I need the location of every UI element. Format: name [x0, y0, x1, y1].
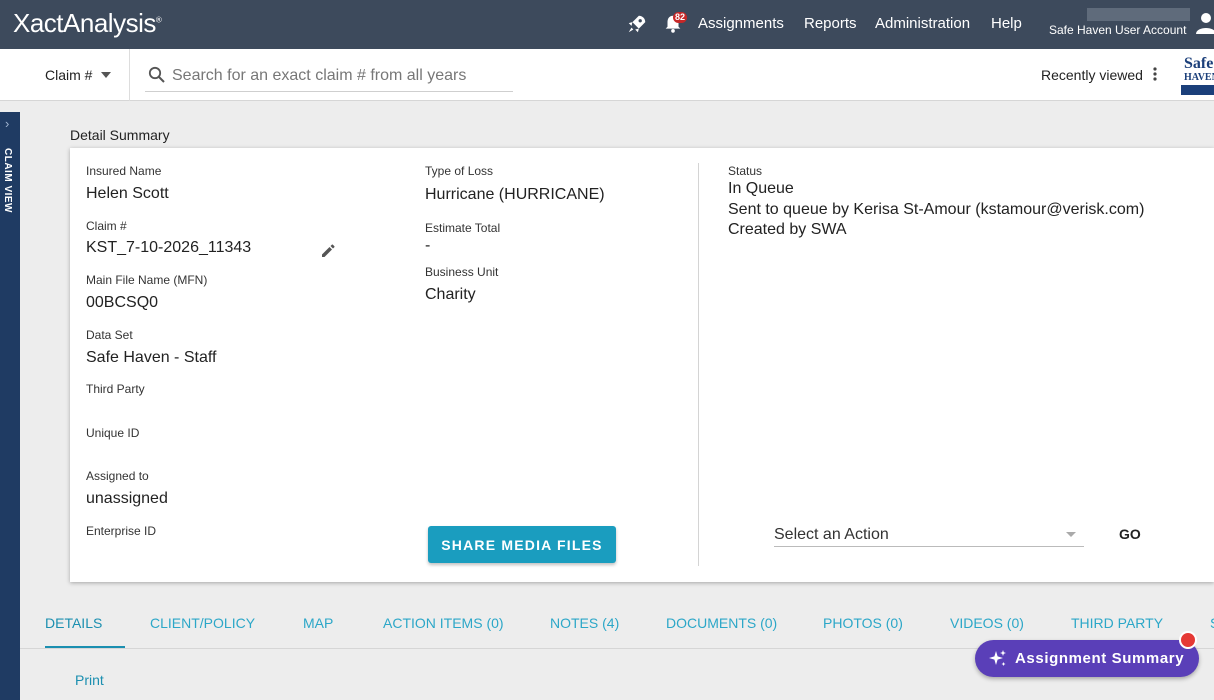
search-scope-select[interactable]: Claim #: [45, 67, 92, 83]
tab-client-policy[interactable]: CLIENT/POLICY: [150, 615, 255, 631]
nav-administration-link[interactable]: Administration: [875, 15, 970, 32]
data-set-label: Data Set: [86, 328, 133, 342]
caret-down-icon: [1066, 532, 1076, 537]
tab-overflow[interactable]: S: [1210, 615, 1214, 631]
status-sent-by: Sent to queue by Kerisa St-Amour (kstamo…: [728, 201, 1145, 218]
tab-action-items[interactable]: ACTION ITEMS (0): [383, 615, 504, 631]
action-select[interactable]: Select an Action: [774, 524, 1084, 547]
person-icon[interactable]: [1196, 12, 1214, 34]
tab-third-party[interactable]: THIRD PARTY: [1071, 615, 1163, 631]
print-link[interactable]: Print: [75, 672, 104, 688]
rocket-icon[interactable]: [626, 13, 648, 35]
tab-photos[interactable]: PHOTOS (0): [823, 615, 903, 631]
enterprise-id-label: Enterprise ID: [86, 524, 157, 538]
third-party-label: Third Party: [86, 382, 145, 396]
column-divider: [698, 163, 699, 566]
insured-name-label: Insured Name: [86, 164, 162, 178]
business-unit-label: Business Unit: [425, 265, 499, 279]
assigned-to-value: unassigned: [86, 490, 168, 507]
nav-assignments-link[interactable]: Assignments: [698, 15, 784, 32]
type-of-loss-label: Type of Loss: [425, 164, 494, 178]
caret-down-icon[interactable]: [101, 72, 111, 78]
section-title: Detail Summary: [70, 127, 170, 143]
claim-number-label: Claim #: [86, 219, 127, 233]
safe-haven-logo: Safe HAVEN: [1181, 53, 1214, 97]
sparkle-icon: [989, 650, 1006, 666]
status-created-by: Created by SWA: [728, 221, 847, 238]
claim-view-side-rail[interactable]: › CLAIM VIEW: [0, 112, 20, 700]
status-value: In Queue: [728, 180, 794, 197]
tab-map[interactable]: MAP: [303, 615, 333, 631]
divider: [129, 49, 130, 101]
tab-notes[interactable]: NOTES (4): [550, 615, 619, 631]
claim-search-input[interactable]: [145, 60, 513, 92]
action-select-value: Select an Action: [774, 526, 889, 543]
status-label: Status: [728, 164, 763, 178]
insured-name-value: Helen Scott: [86, 185, 169, 202]
mfn-label: Main File Name (MFN): [86, 273, 208, 287]
claim-number-value: KST_7-10-2026_11343: [86, 239, 252, 256]
assignment-summary-label: Assignment Summary: [1015, 650, 1185, 667]
estimate-total-value: -: [425, 237, 431, 254]
account-label[interactable]: Safe Haven User Account: [1049, 23, 1186, 37]
notification-dot: [1179, 631, 1197, 649]
more-vertical-icon[interactable]: [1152, 66, 1158, 82]
go-button[interactable]: GO: [1119, 526, 1141, 542]
unique-id-label: Unique ID: [86, 426, 140, 440]
share-media-files-button[interactable]: SHARE MEDIA FILES: [428, 526, 616, 563]
nav-help-link[interactable]: Help: [991, 15, 1022, 32]
mfn-value: 00BCSQ0: [86, 294, 159, 311]
notification-count-badge: 82: [673, 12, 688, 23]
business-unit-value: Charity: [425, 286, 476, 303]
search-toolbar: Claim # Recently viewed: [0, 49, 1214, 101]
tab-details[interactable]: DETAILS: [45, 615, 102, 631]
tab-documents[interactable]: DOCUMENTS (0): [666, 615, 777, 631]
claim-view-label: CLAIM VIEW: [2, 148, 13, 213]
account-name-redacted: [1087, 8, 1190, 21]
app-logo[interactable]: XactAnalysis®: [13, 8, 162, 39]
estimate-total-label: Estimate Total: [425, 221, 501, 235]
top-navigation-bar: XactAnalysis® 82 Assignments Reports Adm…: [0, 0, 1214, 49]
tab-videos[interactable]: VIDEOS (0): [950, 615, 1024, 631]
recently-viewed-link[interactable]: Recently viewed: [1041, 67, 1143, 83]
assigned-to-label: Assigned to: [86, 469, 149, 483]
chevron-right-icon[interactable]: ›: [5, 116, 9, 131]
assignment-summary-button[interactable]: Assignment Summary: [975, 640, 1199, 677]
type-of-loss-value: Hurricane (HURRICANE): [425, 186, 605, 203]
data-set-value: Safe Haven - Staff: [86, 349, 217, 366]
search-icon: [148, 66, 165, 83]
pencil-edit-icon[interactable]: [319, 242, 337, 260]
active-tab-indicator: [45, 646, 125, 648]
nav-reports-link[interactable]: Reports: [804, 15, 857, 32]
detail-summary-card: Insured Name Helen Scott Claim # KST_7-1…: [70, 148, 1214, 582]
